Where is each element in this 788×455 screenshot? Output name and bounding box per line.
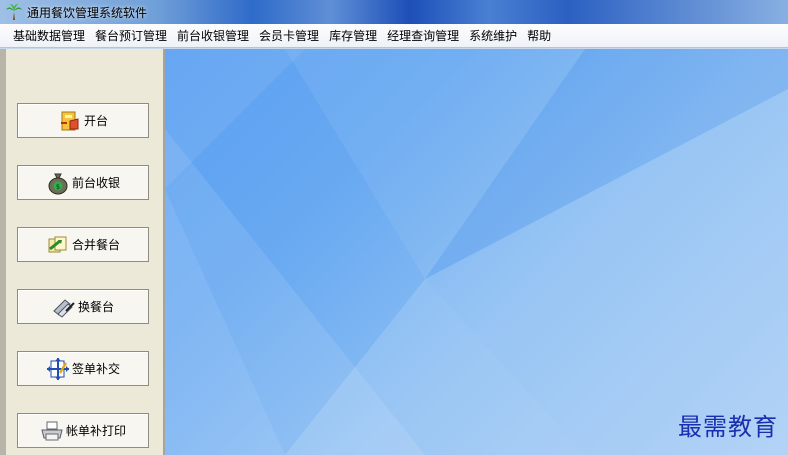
menu-table-booking[interactable]: 餐台预订管理 xyxy=(90,27,172,44)
swap-table-button[interactable]: 换餐台 xyxy=(17,289,149,324)
menu-inventory[interactable]: 库存管理 xyxy=(324,27,382,44)
front-cashier-label: 前台收银 xyxy=(71,176,120,190)
sign-bill-button[interactable]: 签单补交 xyxy=(17,351,149,386)
menu-bar: 基础数据管理 餐台预订管理 前台收银管理 会员卡管理 库存管理 经理查询管理 系… xyxy=(0,24,788,48)
swap-table-icon xyxy=(53,298,75,318)
sidebar: 开台 $ 前台收银 合并餐台 换餐台 签单补交 帐单补打印 xyxy=(0,49,165,455)
merge-tables-label: 合并餐台 xyxy=(71,238,120,252)
menu-manager-query[interactable]: 经理查询管理 xyxy=(382,27,464,44)
menu-member-card[interactable]: 会员卡管理 xyxy=(254,27,324,44)
main-workspace: 最需教育 xyxy=(165,49,788,455)
menu-basic-data[interactable]: 基础数据管理 xyxy=(8,27,90,44)
merge-tables-icon xyxy=(48,236,67,252)
reprint-bill-label: 帐单补打印 xyxy=(65,424,126,438)
front-cashier-button[interactable]: $ 前台收银 xyxy=(17,165,149,200)
open-table-button[interactable]: 开台 xyxy=(17,103,149,138)
svg-text:$: $ xyxy=(56,183,60,191)
open-table-label: 开台 xyxy=(83,114,108,128)
open-table-icon xyxy=(60,111,79,130)
menu-system-maintenance[interactable]: 系统维护 xyxy=(464,27,522,44)
reprint-bill-button[interactable]: 帐单补打印 xyxy=(17,413,149,448)
menu-help[interactable]: 帮助 xyxy=(522,27,556,44)
money-bag-icon: $ xyxy=(48,173,68,194)
window-title: 通用餐饮管理系统软件 xyxy=(27,5,148,20)
swap-table-label: 换餐台 xyxy=(77,300,114,314)
sign-bill-label: 签单补交 xyxy=(71,362,120,376)
desktop-background-art xyxy=(165,49,788,455)
sign-bill-icon xyxy=(46,357,69,380)
printer-icon xyxy=(41,421,63,440)
merge-tables-button[interactable]: 合并餐台 xyxy=(17,227,149,262)
menu-front-cashier[interactable]: 前台收银管理 xyxy=(172,27,254,44)
window-titlebar[interactable]: 通用餐饮管理系统软件 xyxy=(0,0,788,24)
palm-tree-icon xyxy=(6,4,22,20)
watermark-text: 最需教育 xyxy=(678,413,778,441)
